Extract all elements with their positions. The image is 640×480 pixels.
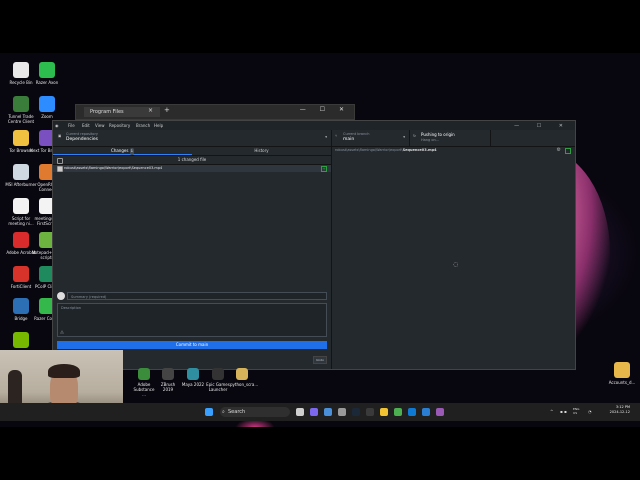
app-icon <box>39 62 55 78</box>
close-tab-icon[interactable]: × <box>148 107 153 114</box>
add-coauthor-icon[interactable]: ⁂ <box>60 330 64 335</box>
teams-icon[interactable] <box>310 408 318 416</box>
changes-count-badge: 1 <box>129 148 134 155</box>
diff-file-path: robust\assets\flamingo\Warrior\export\Se… <box>335 148 437 152</box>
search-box[interactable]: ⌕ Search <box>220 407 290 417</box>
loading-spinner-icon: ◌ <box>453 261 459 268</box>
push-button[interactable]: ↻ Pushing to origin Hang on... <box>410 130 491 146</box>
language-indicator[interactable]: ENG US <box>573 407 579 415</box>
changed-file-row[interactable]: robust\assets\flamingo\Warrior\export\Se… <box>53 165 331 172</box>
menu-bar: ◉ File Edit View Repository Branch Help … <box>53 121 575 130</box>
file-explorer-icon[interactable] <box>380 408 388 416</box>
network-icon[interactable]: ◔ <box>588 409 592 414</box>
github-desktop-window: ◉ File Edit View Repository Branch Help … <box>52 120 576 370</box>
desktop-shortcut[interactable]: python_scra... <box>230 368 258 387</box>
chevron-down-icon: ▾ <box>403 135 405 139</box>
toolbar: ▣ Current repository Dependencies ▾ ⑂ Cu… <box>53 130 575 147</box>
file-added-icon: + <box>321 166 327 172</box>
repository-selector[interactable]: ▣ Current repository Dependencies ▾ <box>53 130 332 146</box>
file-added-icon <box>565 148 571 154</box>
app-icon <box>13 332 29 348</box>
desktop-icon-accounts[interactable]: Accounts_d... <box>605 362 639 385</box>
tab-history[interactable]: History <box>192 147 331 154</box>
app-icon <box>13 298 29 314</box>
menu-file[interactable]: File <box>68 123 75 128</box>
avatar <box>57 292 65 300</box>
sidebar-tabs: Changes 1 History <box>53 147 331 156</box>
app-icon <box>13 266 29 282</box>
vscode-icon[interactable] <box>422 408 430 416</box>
menu-view[interactable]: View <box>95 123 105 128</box>
desktop-shortcut[interactable]: Epic Games Launcher <box>206 368 230 392</box>
app-icon[interactable] <box>366 408 374 416</box>
app-icon <box>13 198 29 214</box>
settings-icon[interactable] <box>338 408 346 416</box>
menu-repository[interactable]: Repository <box>109 123 130 128</box>
window-controls[interactable]: — ☐ ✕ <box>300 106 350 113</box>
desktop-shortcut[interactable]: Adobe Substance ... <box>132 368 156 397</box>
search-icon: ⌕ <box>222 409 225 415</box>
mail-icon[interactable] <box>324 408 332 416</box>
branch-icon: ⑂ <box>335 134 338 138</box>
steam-icon[interactable] <box>352 408 360 416</box>
tab-changes[interactable]: Changes 1 <box>53 147 192 155</box>
gear-icon[interactable]: ⚙ <box>557 147 561 153</box>
app-icon <box>187 368 199 380</box>
menu-help[interactable]: Help <box>154 123 163 128</box>
window-controls[interactable]: — ☐ ✕ <box>514 123 571 129</box>
desktop-icon[interactable]: Zoom <box>30 96 64 119</box>
diff-pane: robust\assets\flamingo\Warrior\export\Se… <box>332 147 575 369</box>
new-tab-icon[interactable]: + <box>164 106 170 114</box>
desktop-shortcut[interactable]: Maya 2022 <box>181 368 205 387</box>
app-icon <box>236 368 248 380</box>
file-checkbox[interactable] <box>57 166 63 172</box>
folder-icon <box>614 362 630 378</box>
edge-icon[interactable] <box>408 408 416 416</box>
app-icon <box>39 96 55 112</box>
repo-icon: ▣ <box>58 134 62 138</box>
app-icon <box>138 368 150 380</box>
summary-input[interactable]: Summary (required) <box>67 292 327 300</box>
app-icon <box>13 164 29 180</box>
branch-selector[interactable]: ⑂ Current branch main ▾ <box>332 130 410 146</box>
app-icon <box>13 62 29 78</box>
chrome-icon[interactable] <box>394 408 402 416</box>
changes-pane: Changes 1 History 1 changed file robust\… <box>53 147 332 369</box>
changed-files-header: 1 changed file <box>53 156 331 165</box>
start-icon[interactable] <box>205 408 213 416</box>
select-all-checkbox[interactable] <box>57 158 63 164</box>
sync-icon: ↻ <box>413 134 416 138</box>
desktop-shortcut[interactable]: ZBrush 2019 <box>156 368 180 392</box>
task-view-icon[interactable] <box>296 408 304 416</box>
chevron-down-icon: ▾ <box>325 135 327 139</box>
app-icon <box>162 368 174 380</box>
clock[interactable]: 3:12 PM 2024-12-12 <box>610 405 630 415</box>
app-icon <box>13 130 29 146</box>
desktop-icon[interactable]: Razer Axon <box>30 62 64 85</box>
explorer-window-titlebar[interactable]: Program Files × + — ☐ ✕ <box>75 104 355 120</box>
taskbar: ⌕ Search ^ ▪ ▪ ENG US ◔ 3:12 PM 2024-12-… <box>0 403 640 421</box>
description-input[interactable]: Description ⁂ <box>57 303 327 337</box>
menu-edit[interactable]: Edit <box>82 123 90 128</box>
app-logo-icon: ◉ <box>55 123 59 128</box>
file-path: robust\assets\flamingo\Warrior\export\Se… <box>64 166 163 170</box>
tray-icons[interactable]: ▪ ▪ <box>560 409 567 414</box>
tray-chevron-icon[interactable]: ^ <box>550 409 553 414</box>
app-icon <box>13 96 29 112</box>
github-desktop-icon[interactable] <box>436 408 444 416</box>
person-hair <box>48 364 80 378</box>
commit-button[interactable]: Commit to main <box>57 341 327 349</box>
menu-branch[interactable]: Branch <box>136 123 150 128</box>
app-icon <box>13 232 29 248</box>
app-icon <box>212 368 224 380</box>
undo-button[interactable]: Undo <box>313 356 327 364</box>
